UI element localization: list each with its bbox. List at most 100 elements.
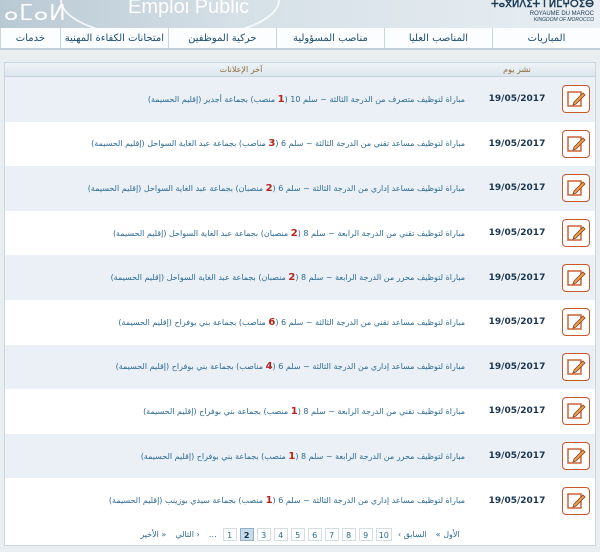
pager-page-9[interactable]: 9 <box>358 527 373 541</box>
edit-icon[interactable] <box>562 174 590 203</box>
edit-icon[interactable] <box>562 219 590 248</box>
row-date: 19/05/2017 <box>488 406 546 417</box>
edit-icon[interactable] <box>562 308 590 337</box>
edit-icon[interactable] <box>562 442 590 471</box>
row-title-post: منصب) بجماعة بني بوفراح (إقليم الحسيمة) <box>143 406 291 416</box>
pager-ellipsis: … <box>208 529 217 539</box>
row-date: 19/05/2017 <box>488 94 546 105</box>
row-title-link[interactable]: مباراة لتوظيف متصرف من الدرجة الثالثة ~ … <box>5 94 477 105</box>
row-title-pre: مباراة لتوظيف تقني من الدرجة الرابعة ~ س… <box>297 228 465 238</box>
row-title-post: منصبان) بجماعة عبد الغاية السواحل (إقليم… <box>110 273 289 283</box>
edit-icon[interactable] <box>562 397 590 426</box>
row-title-link[interactable]: مباراة لتوظيف مساعد إداري من الدرجة الثا… <box>5 361 477 372</box>
row-post-count: 1 <box>290 405 298 417</box>
pager-page-3[interactable]: 3 <box>256 527 271 541</box>
pagination: « الأول ‹ السابق 1 2 3 4 5 6 7 8 9 10 … التالي › … <box>5 526 595 542</box>
nav-tab-senior-posts[interactable]: المناصب العليا <box>383 28 492 48</box>
row-date: 19/05/2017 <box>488 451 546 462</box>
row-title-link[interactable]: مباراة لتوظيف مساعد إداري من الدرجة الثا… <box>5 495 477 506</box>
edit-icon[interactable] <box>562 263 590 292</box>
row-title-link[interactable]: مباراة لتوظيف محرر من الدرجة الرابعة ~ س… <box>5 272 477 283</box>
table-row: 19/05/2017 مباراة لتوظيف مساعد إداري من ا… <box>5 344 595 390</box>
announcement-list: 19/05/2017 مباراة لتوظيف متصرف من الدرجة … <box>5 77 595 523</box>
row-post-count: 4 <box>265 361 273 373</box>
pager-last[interactable]: الأخير » <box>137 530 169 539</box>
portal-name: Emploi Public <box>128 0 250 18</box>
nav-tab-staff-mobility[interactable]: حركية الموظفين <box>167 28 276 48</box>
row-date: 19/05/2017 <box>488 272 546 283</box>
table-row: 19/05/2017 مباراة لتوظيف محرر من الدرجة ا… <box>5 433 595 479</box>
row-icon-cell <box>557 308 595 337</box>
row-title-link[interactable]: مباراة لتوظيف تقني من الدرجة الرابعة ~ س… <box>5 228 477 239</box>
row-date: 19/05/2017 <box>488 138 546 149</box>
row-icon-cell <box>557 486 595 515</box>
pager-page-6[interactable]: 6 <box>307 527 322 541</box>
row-title-post: منصب) بجماعة سيدي بوزينب (إقليم الحسيمة) <box>108 496 266 506</box>
pager-page-8[interactable]: 8 <box>341 527 356 541</box>
nav-tab-services[interactable]: خدمات <box>0 28 60 48</box>
row-title-link[interactable]: مباراة لتوظيف مساعد إداري من الدرجة الثا… <box>5 183 477 194</box>
row-title-post: منصبان) بجماعة عبد الغاية السواحل (إقليم… <box>87 183 266 193</box>
table-row: 19/05/2017 مباراة لتوظيف مساعد تقني من ال… <box>5 299 595 345</box>
row-title-link[interactable]: مباراة لتوظيف تقني من الدرجة الرابعة ~ س… <box>5 406 477 417</box>
nav-tab-competitions[interactable]: المباريات <box>491 28 600 48</box>
row-post-count: 2 <box>265 182 273 194</box>
row-icon-cell <box>557 219 595 248</box>
row-title-post: مناصب) بجماعة بني بوفراح (إقليم الحسيمة) <box>115 362 266 372</box>
nav-tab-responsibility-posts[interactable]: مناصب المسؤولية <box>275 28 384 48</box>
row-title-pre: مباراة لتوظيف تقني من الدرجة الرابعة ~ س… <box>297 406 465 416</box>
row-title-post: منصب) بجماعة بني بوفراح (إقليم الحسيمة) <box>140 451 289 461</box>
pager-page-2[interactable]: 2 <box>239 527 254 541</box>
edit-icon[interactable] <box>562 85 590 114</box>
header-title: آخر الإعلانات <box>219 65 263 74</box>
table-header: نشر يوم آخر الإعلانات <box>5 63 595 77</box>
edit-icon[interactable] <box>562 352 590 381</box>
announcements-panel: نشر يوم آخر الإعلانات 19/05/2017 مباراة ل… <box>4 62 596 546</box>
pager-page-7[interactable]: 7 <box>324 527 339 541</box>
table-row: 19/05/2017 مباراة لتوظيف متصرف من الدرجة … <box>5 77 595 122</box>
row-date: 19/05/2017 <box>488 361 546 372</box>
pager-next[interactable]: التالي › <box>172 530 202 539</box>
edit-icon[interactable] <box>562 486 590 515</box>
pager-prev[interactable]: ‹ السابق <box>395 530 430 539</box>
row-title-pre: مباراة لتوظيف محرر من الدرجة الرابعة ~ س… <box>295 451 465 461</box>
row-date: 19/05/2017 <box>488 183 546 194</box>
row-date: 19/05/2017 <box>488 228 546 239</box>
table-row: 19/05/2017 مباراة لتوظيف مساعد إداري من ا… <box>5 166 595 211</box>
row-icon-cell <box>557 442 595 471</box>
row-icon-cell <box>557 352 595 381</box>
row-title-post: منصب) بجماعة أجدير (إقليم الحسيمة) <box>147 94 278 104</box>
row-title-link[interactable]: مباراة لتوظيف مساعد تقني من الدرجة الثال… <box>5 317 477 328</box>
row-date: 19/05/2017 <box>488 495 546 506</box>
row-title-pre: مباراة لتوظيف مساعد إداري من الدرجة الثا… <box>272 183 465 193</box>
site-logo[interactable]: ⴰⵎⴰⵍ <box>4 0 67 26</box>
row-title-pre: مباراة لتوظيف مساعد تقني من الدرجة الثال… <box>275 139 465 149</box>
nav-tab-competency-exams[interactable]: امتحانات الكفاءة المهنية <box>59 28 168 48</box>
pager-page-10[interactable]: 10 <box>375 527 392 541</box>
table-row: 19/05/2017 مباراة لتوظيف مساعد إداري من ا… <box>5 478 595 523</box>
table-row: 19/05/2017 مباراة لتوظيف تقني من الدرجة ا… <box>5 210 595 256</box>
table-row: 19/05/2017 مباراة لتوظيف تقني من الدرجة ا… <box>5 389 595 434</box>
edit-icon[interactable] <box>562 129 590 158</box>
pager-page-4[interactable]: 4 <box>273 527 288 541</box>
row-title-link[interactable]: مباراة لتوظيف محرر من الدرجة الرابعة ~ س… <box>5 451 477 462</box>
table-row: 19/05/2017 مباراة لتوظيف محرر من الدرجة ا… <box>5 255 595 300</box>
header-date: نشر يوم <box>503 65 531 74</box>
row-title-post: منصبان) بجماعة عبد الغاية السواحل (إقليم… <box>112 228 291 238</box>
row-title-link[interactable]: مباراة لتوظيف مساعد تقني من الدرجة الثال… <box>5 138 477 149</box>
kingdom-emblem: ⵜⴰⴳⵍⴷⵉⵜ ⵏ ⵍⵎⵖⵔⵉⴱ ROYAUME DU MAROC KINGDO… <box>491 0 594 23</box>
row-title-post: مناصب) بجماعة بني بوفراح (إقليم الحسيمة) <box>118 317 269 327</box>
row-icon-cell <box>557 85 595 114</box>
row-title-pre: مباراة لتوظيف محرر من الدرجة الرابعة ~ س… <box>295 273 465 283</box>
main-nav: المباريات المناصب العليا مناصب المسؤولية… <box>0 28 600 50</box>
row-post-count: 1 <box>265 495 273 507</box>
pager-first[interactable]: « الأول <box>433 530 463 539</box>
pager-page-5[interactable]: 5 <box>290 527 305 541</box>
row-title-post: مناصب) بجماعة عبد الغاية السواحل (إقليم … <box>91 139 269 149</box>
row-title-pre: مباراة لتوظيف مساعد تقني من الدرجة الثال… <box>275 317 465 327</box>
row-icon-cell <box>557 263 595 292</box>
kingdom-line-en: KINGDOM OF MOROCCO <box>533 17 594 23</box>
row-title-pre: مباراة لتوظيف مساعد إداري من الدرجة الثا… <box>272 496 465 506</box>
row-icon-cell <box>557 397 595 426</box>
pager-page-1[interactable]: 1 <box>222 527 237 541</box>
